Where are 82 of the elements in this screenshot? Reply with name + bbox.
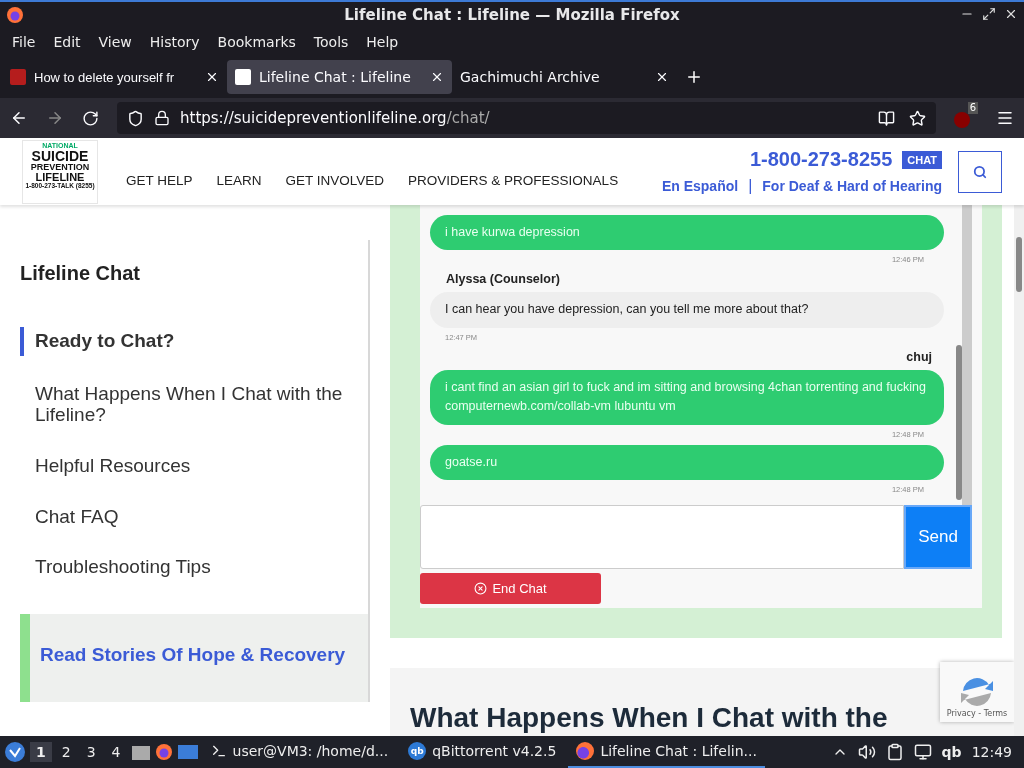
end-chat-button[interactable]: End Chat	[420, 573, 601, 604]
shield-icon[interactable]	[127, 109, 144, 127]
browser-tab[interactable]: Gachimuchi Archive	[452, 60, 677, 94]
window-title: Lifeline Chat : Lifeline — Mozilla Firefox	[344, 6, 680, 24]
phone-number[interactable]: 1-800-273-8255	[749, 148, 893, 171]
message-bubble: i cant find an asian girl to fuck and im sitting and browsing 4chan torrenting and fucking computernewb.com/collab-vm lubuntu vm	[430, 369, 944, 425]
volume-icon[interactable]	[857, 743, 876, 761]
taskbar-task[interactable]: Lifeline Chat : Lifelin...	[568, 736, 765, 768]
menu-icon[interactable]	[996, 109, 1014, 127]
scrollbar-thumb[interactable]	[1016, 237, 1022, 292]
forward-icon[interactable]	[46, 109, 64, 127]
recaptcha-icon	[959, 675, 995, 709]
lock-icon	[154, 110, 170, 126]
nav-link[interactable]: GET INVOLVED	[285, 173, 385, 188]
menu-item[interactable]: View	[89, 34, 141, 50]
link-separator: |	[748, 177, 753, 194]
send-button[interactable]: Send	[904, 505, 972, 569]
workspace-button[interactable]: 4	[105, 742, 127, 762]
favicon-icon	[10, 69, 26, 85]
sidebar-link[interactable]: Helpful Resources	[20, 451, 368, 481]
nav-link[interactable]: PROVIDERS & PROFESSIONALS	[408, 173, 619, 188]
sender-name: chuj	[906, 349, 932, 364]
menu-item[interactable]: Edit	[44, 34, 90, 50]
workspace-button[interactable]: 1	[30, 742, 52, 762]
network-icon[interactable]	[913, 743, 932, 761]
qbittorrent-icon: qb	[408, 742, 427, 760]
close-icon[interactable]	[205, 70, 219, 84]
sidebar-link[interactable]: Ready to Chat?	[20, 327, 368, 356]
browser-tab[interactable]: Lifeline Chat : Lifeline	[227, 60, 452, 94]
chat-badge[interactable]: CHAT	[902, 150, 942, 169]
sidebar-link[interactable]: Chat FAQ	[20, 502, 368, 532]
spanish-link[interactable]: En Español	[661, 178, 739, 194]
section-heading: What Happens When I Chat with the	[410, 702, 888, 733]
taskbar-task[interactable]: user@VM3: /home/d...	[202, 736, 397, 768]
reader-view-icon[interactable]	[878, 109, 895, 127]
recaptcha-badge[interactable]: Privacy - Terms	[940, 662, 1014, 722]
favicon-icon	[235, 69, 251, 85]
close-icon[interactable]	[430, 70, 444, 84]
firefox-icon	[576, 742, 595, 760]
reload-icon[interactable]	[82, 109, 99, 127]
menu-item[interactable]: File	[3, 34, 45, 50]
message-input[interactable]	[420, 505, 904, 569]
message-bubble: i have kurwa depression	[430, 215, 944, 251]
search-icon[interactable]	[973, 164, 987, 179]
menu-item[interactable]: Tools	[304, 34, 358, 50]
menu-item[interactable]: Bookmarks	[208, 34, 305, 50]
start-menu-icon[interactable]	[4, 741, 26, 763]
scrollbar-thumb[interactable]	[956, 345, 962, 500]
bookmark-star-icon[interactable]	[909, 109, 926, 127]
sidebar-link[interactable]: What Happens When I Chat with the Lifeline?	[20, 379, 368, 430]
nav-link[interactable]: GET HELP	[126, 173, 193, 188]
desktop-icon[interactable]	[176, 743, 199, 761]
workspace-button[interactable]: 2	[55, 742, 77, 762]
workspace-button[interactable]: 3	[80, 742, 102, 762]
close-icon[interactable]	[655, 70, 669, 84]
taskbar-task[interactable]: qb qBittorrent v4.2.5	[400, 736, 565, 768]
maximize-icon[interactable]	[982, 7, 996, 21]
address-bar[interactable]: https://suicidepreventionlifeline.org/chat/	[117, 102, 936, 134]
deaf-hearing-link[interactable]: For Deaf & Hard of Hearing	[762, 178, 942, 194]
menu-item[interactable]: History	[140, 34, 209, 50]
browser-tab[interactable]: How to delete yourself fr	[2, 60, 227, 94]
message-bubble: goatse.ru	[430, 444, 944, 480]
stories-link[interactable]: Read Stories Of Hope & Recovery	[20, 614, 368, 703]
terminal-icon	[210, 743, 227, 759]
tray-qbittorrent-label[interactable]: qb	[941, 744, 962, 760]
back-icon[interactable]	[10, 109, 28, 127]
close-circle-icon	[474, 582, 488, 595]
file-manager-icon[interactable]	[130, 743, 151, 761]
nav-link[interactable]: LEARN	[216, 173, 262, 188]
sender-name: Alyssa (Counselor)	[446, 272, 560, 287]
close-icon[interactable]	[1004, 7, 1018, 21]
message-bubble: I can hear you have depression, can you tell me more about that?	[430, 292, 944, 328]
new-tab-icon[interactable]	[685, 68, 703, 86]
clipboard-icon[interactable]	[885, 743, 904, 761]
search-button[interactable]	[958, 150, 1002, 193]
clock: 12:49	[971, 744, 1012, 760]
firefox-icon[interactable]	[6, 6, 24, 24]
badge-count: 6	[967, 102, 978, 114]
sidebar-title: Lifeline Chat	[20, 262, 141, 285]
sidebar-link[interactable]: Troubleshooting Tips	[20, 553, 368, 583]
firefox-icon[interactable]	[154, 743, 173, 761]
menu-item[interactable]: Help	[357, 34, 408, 50]
